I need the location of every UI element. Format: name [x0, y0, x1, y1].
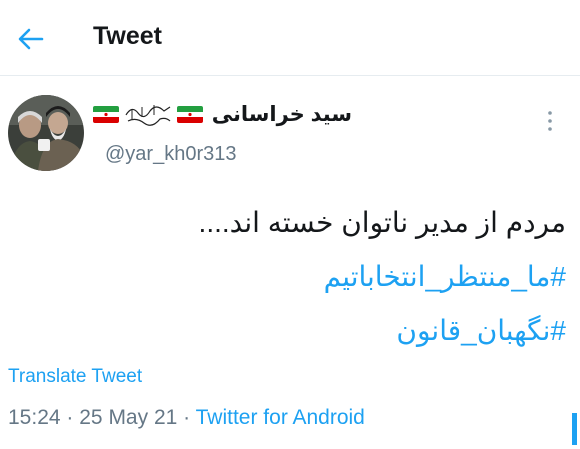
page-title: Tweet	[93, 22, 162, 50]
arrow-left-icon	[18, 28, 44, 50]
app-header: Tweet	[0, 0, 580, 76]
profile-photo	[8, 95, 84, 171]
meta-separator: ·	[66, 406, 74, 429]
iran-flag-icon	[176, 105, 203, 123]
tweet-time: 15:24	[8, 406, 61, 429]
tweet-date: 25 May 21	[79, 406, 178, 429]
author-handle[interactable]: @yar_kh0r313	[105, 143, 236, 166]
back-button[interactable]	[14, 22, 48, 56]
tweet-text-line: مردم از مدیر ناتوان خسته اند....	[198, 207, 566, 238]
tweet-text: مردم از مدیر ناتوان خسته اند.... #ما_منت…	[26, 196, 566, 358]
avatar[interactable]	[8, 95, 84, 171]
hashtag-link[interactable]: #نگهبان_قانون	[26, 304, 566, 358]
scroll-indicator	[572, 413, 577, 445]
hashtag-link[interactable]: #ما_منتظر_انتخاباتیم	[26, 250, 566, 304]
tweet-source-link[interactable]: Twitter for Android	[196, 406, 365, 429]
author-display-name[interactable]: سید خراسانی	[212, 102, 352, 127]
more-options-button[interactable]	[543, 108, 557, 134]
bismillah-calligraphy-icon	[124, 101, 172, 127]
translate-tweet-link[interactable]: Translate Tweet	[8, 366, 142, 388]
meta-separator: ·	[183, 406, 191, 429]
iran-flag-icon	[92, 105, 119, 123]
author-name-row: سید خراسانی	[90, 101, 352, 127]
tweet-metadata: 15:24 · 25 May 21 · Twitter for Android	[8, 406, 365, 430]
more-vertical-icon	[548, 111, 552, 131]
